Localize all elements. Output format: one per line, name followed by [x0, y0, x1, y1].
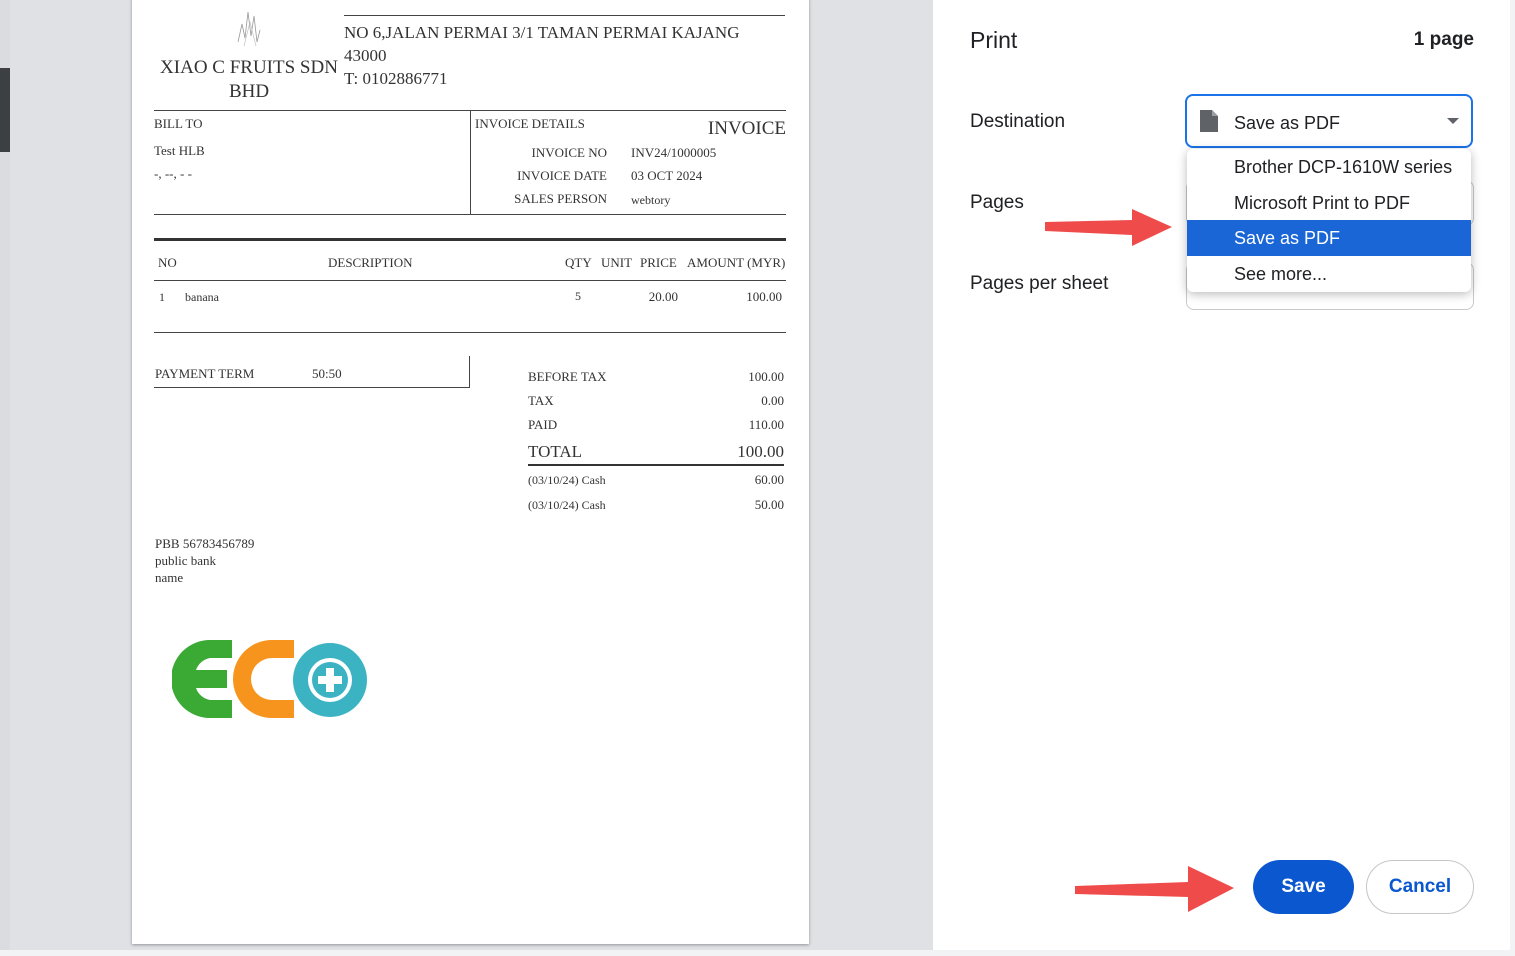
payment-1-label: (03/10/24) Cash	[528, 473, 606, 487]
company-logo-sketch	[237, 11, 261, 47]
item-amount: 100.00	[746, 289, 782, 304]
col-qty: QTY	[565, 255, 592, 270]
print-title: Print	[970, 27, 1018, 53]
before-tax-label: BEFORE TAX	[528, 369, 607, 384]
bill-section-bottom-rule	[154, 214, 786, 215]
destination-value: Save as PDF	[1234, 113, 1341, 133]
invoice-page-preview: XIAO C FRUITS SDN BHD NO 6,JALAN PERMAI …	[132, 0, 809, 944]
save-button[interactable]: Save	[1253, 860, 1354, 914]
destination-select[interactable]: Save as PDF	[1185, 94, 1473, 148]
header-top-rule	[344, 15, 785, 16]
payment-term-rule	[154, 387, 470, 388]
bottom-strip	[0, 950, 1515, 956]
paid-value: 110.00	[748, 417, 784, 432]
annotation-arrow-icon	[1075, 866, 1234, 912]
paid-label: PAID	[528, 417, 558, 432]
chevron-down-icon	[1447, 118, 1459, 124]
pages-per-sheet-label: Pages per sheet	[970, 273, 1109, 294]
page-count: 1 page	[1413, 29, 1474, 50]
sales-person-value: webtory	[631, 193, 671, 207]
payment-term-divider	[469, 356, 470, 388]
destination-label: Destination	[970, 111, 1066, 132]
payment-2-amount: 50.00	[754, 497, 784, 512]
bank-account: PBB 56783456789	[155, 536, 255, 551]
cancel-button[interactable]: Cancel	[1366, 860, 1474, 914]
sales-person-label: SALES PERSON	[514, 191, 607, 206]
payment-2-label: (03/10/24) Cash	[528, 498, 606, 512]
items-table-bottom-rule	[154, 332, 786, 333]
tax-label: TAX	[528, 393, 554, 408]
company-address: NO 6,JALAN PERMAI 3/1 TAMAN PERMAI KAJAN…	[344, 23, 740, 65]
col-no: NO	[158, 255, 177, 270]
invoice-no-label: INVOICE NO	[531, 145, 607, 160]
eco-logo	[172, 640, 367, 718]
payment-term-value: 50:50	[312, 366, 342, 381]
col-amount: AMOUNT (MYR)	[687, 255, 786, 270]
option-brother-printer[interactable]: Brother DCP-1610W series	[1187, 149, 1471, 185]
bill-to-name: Test HLB	[154, 143, 205, 158]
item-no: 1	[159, 290, 165, 304]
invoice-title: INVOICE	[707, 118, 786, 139]
tax-value: 0.00	[761, 393, 784, 408]
bill-section-divider	[470, 110, 471, 214]
items-table-top-rule	[154, 238, 786, 241]
col-price: PRICE	[640, 255, 677, 270]
option-save-as-pdf[interactable]: Save as PDF	[1187, 220, 1471, 256]
company-phone: T: 0102886771	[344, 69, 448, 88]
item-price: 20.00	[648, 289, 678, 304]
bill-to-address: -, --, - -	[154, 166, 192, 181]
col-description: DESCRIPTION	[328, 255, 413, 270]
total-label: TOTAL	[528, 442, 583, 461]
pages-label: Pages	[970, 192, 1024, 213]
invoice-no-value: INV24/1000005	[631, 145, 717, 160]
company-name: XIAO C FRUITS SDN BHD	[160, 57, 338, 102]
option-microsoft-print-to-pdf[interactable]: Microsoft Print to PDF	[1187, 185, 1471, 221]
payment-1-amount: 60.00	[754, 472, 784, 487]
invoice-date-label: INVOICE DATE	[517, 168, 607, 183]
total-rule	[528, 464, 784, 466]
background-window-header	[0, 68, 10, 152]
panel-right-edge	[1510, 0, 1515, 956]
before-tax-value: 100.00	[748, 369, 784, 384]
invoice-details-label: INVOICE DETAILS	[475, 116, 585, 131]
item-qty: 5	[575, 289, 581, 303]
option-see-more[interactable]: See more...	[1187, 256, 1471, 292]
invoice-date-value: 03 OCT 2024	[631, 168, 703, 183]
item-description: banana	[185, 290, 219, 304]
destination-dropdown-menu: Brother DCP-1610W series Microsoft Print…	[1187, 149, 1471, 292]
col-unit: UNIT	[601, 255, 633, 270]
items-header-rule	[154, 280, 786, 281]
bank-name: public bank	[155, 553, 217, 568]
total-value: 100.00	[737, 442, 784, 461]
document-icon	[1200, 110, 1218, 132]
account-name: name	[155, 570, 184, 585]
bill-to-label: BILL TO	[154, 116, 203, 131]
payment-term-label: PAYMENT TERM	[155, 366, 255, 381]
annotation-arrow-icon	[1045, 209, 1172, 246]
